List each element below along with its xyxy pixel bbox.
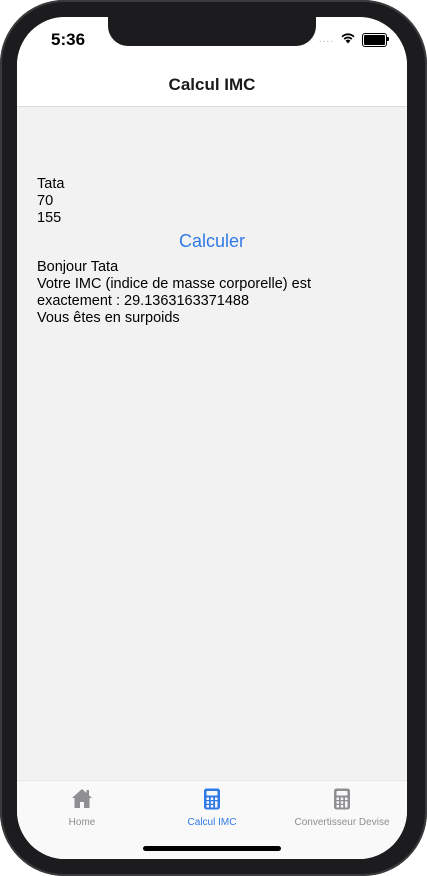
app-screen: 5:36 .... Calcul IMC Tata 70 155 Calcule… — [17, 17, 407, 859]
calculate-button[interactable]: Calculer — [37, 229, 387, 253]
height-field[interactable]: 155 — [37, 210, 387, 227]
home-indicator[interactable] — [143, 846, 281, 851]
imc-form: Tata 70 155 Calculer Bonjour Tata Votre … — [37, 176, 387, 327]
device-notch — [108, 17, 316, 46]
imc-text-line-1: Votre IMC (indice de masse corporelle) e… — [37, 276, 311, 292]
home-icon — [71, 787, 93, 811]
tab-convertisseur-devise[interactable]: Convertisseur Devise — [277, 787, 407, 828]
tab-home[interactable]: Home — [17, 787, 147, 828]
signal-icon: .... — [318, 34, 334, 45]
name-field[interactable]: Tata — [37, 176, 387, 193]
greeting-text: Bonjour Tata — [37, 259, 119, 275]
wifi-icon — [340, 31, 356, 49]
result-text: Bonjour Tata Votre IMC (indice de masse … — [37, 259, 387, 327]
tab-calcul-imc-label: Calcul IMC — [187, 817, 237, 828]
calculator-icon — [201, 787, 223, 811]
battery-icon — [362, 33, 389, 47]
tab-calcul-imc[interactable]: Calcul IMC — [147, 787, 277, 828]
status-time: 5:36 — [51, 30, 86, 49]
tab-home-label: Home — [68, 817, 96, 828]
status-icons: .... — [318, 31, 389, 49]
verdict-text: Vous êtes en surpoids — [37, 310, 180, 326]
page-title: Calcul IMC — [168, 75, 256, 94]
weight-field[interactable]: 70 — [37, 193, 387, 210]
imc-text-line-2: exactement : 29.1363163371488 — [37, 293, 250, 309]
calculator-icon — [331, 787, 353, 811]
tab-convertisseur-devise-label: Convertisseur Devise — [294, 817, 390, 828]
device-frame: 5:36 .... Calcul IMC Tata 70 155 Calcule… — [0, 0, 427, 876]
battery-level — [364, 35, 385, 45]
